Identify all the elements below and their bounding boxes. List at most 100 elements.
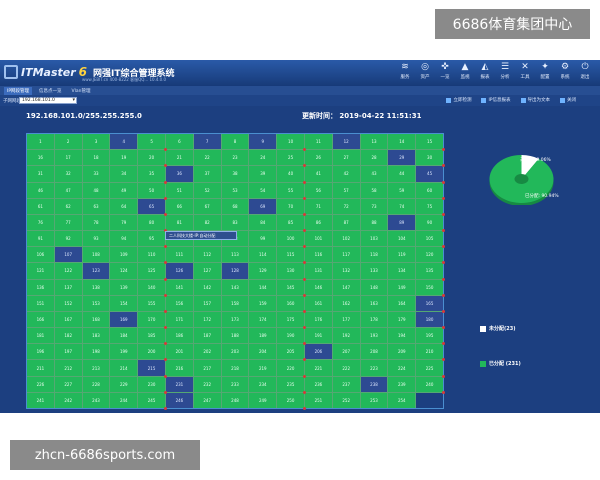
ip-cell-allocated[interactable]: 81: [165, 214, 193, 231]
ip-cell-allocated[interactable]: 38: [221, 166, 249, 182]
ip-cell-allocated[interactable]: 167: [54, 311, 82, 328]
ip-cell-allocated[interactable]: 203: [221, 344, 249, 360]
ip-cell-allocated[interactable]: 15: [416, 134, 445, 152]
ip-cell-unallocated[interactable]: 65: [138, 198, 167, 217]
ip-cell-allocated[interactable]: 252: [332, 392, 360, 408]
ip-cell-allocated[interactable]: 26: [304, 150, 332, 166]
ip-cell-allocated[interactable]: 118: [360, 247, 388, 263]
ip-cell-allocated[interactable]: 204: [249, 344, 277, 360]
ip-cell-allocated[interactable]: 74: [388, 198, 416, 214]
ip-cell-allocated[interactable]: 54: [249, 182, 277, 198]
ip-cell-allocated[interactable]: 211: [27, 360, 54, 376]
subnet-select[interactable]: 192.168.101.0 ▾: [19, 97, 77, 104]
ip-cell-allocated[interactable]: 218: [221, 360, 249, 376]
ip-cell-allocated[interactable]: 73: [360, 198, 388, 214]
ip-cell-allocated[interactable]: 219: [249, 360, 277, 376]
ip-cell-allocated[interactable]: 90: [416, 214, 445, 233]
ip-cell-allocated[interactable]: 223: [360, 360, 388, 376]
ip-cell-allocated[interactable]: 2: [54, 134, 82, 150]
ip-cell-allocated[interactable]: 196: [27, 344, 54, 360]
ip-cell-unallocated[interactable]: 29: [388, 150, 416, 166]
ip-cell-allocated[interactable]: 122: [54, 263, 82, 279]
ip-cell-allocated[interactable]: 37: [193, 166, 221, 182]
toolbar-assets-button[interactable]: ◎ 资产: [416, 62, 434, 84]
ip-cell-allocated[interactable]: 30: [416, 150, 445, 168]
ip-cell-allocated[interactable]: 14: [388, 134, 416, 150]
ip-cell-allocated[interactable]: 146: [304, 279, 332, 295]
ip-report-button[interactable]: IP信息报表: [481, 97, 511, 103]
ip-cell-allocated[interactable]: 35: [138, 166, 167, 184]
ip-cell-allocated[interactable]: 113: [221, 247, 249, 263]
ip-cell-allocated[interactable]: 63: [82, 198, 110, 214]
ip-cell-allocated[interactable]: 222: [332, 360, 360, 376]
ip-cell-unallocated[interactable]: 215: [138, 360, 167, 378]
ip-cell-allocated[interactable]: 22: [193, 150, 221, 166]
ip-cell-allocated[interactable]: 10: [277, 134, 306, 152]
ip-cell-allocated[interactable]: 49: [110, 182, 138, 198]
ip-cell-allocated[interactable]: 78: [82, 214, 110, 231]
ip-cell-allocated[interactable]: 82: [193, 214, 221, 231]
ip-cell-allocated[interactable]: 48: [82, 182, 110, 198]
ip-cell-allocated[interactable]: 151: [27, 295, 54, 311]
ip-cell-allocated[interactable]: 154: [110, 295, 138, 311]
ip-cell-allocated[interactable]: 213: [82, 360, 110, 376]
ip-cell-allocated[interactable]: 163: [360, 295, 388, 311]
ip-cell-allocated[interactable]: 208: [360, 344, 388, 360]
ip-cell-allocated[interactable]: 119: [388, 247, 416, 263]
ip-cell-allocated[interactable]: 173: [221, 311, 249, 328]
ip-cell-allocated[interactable]: 71: [304, 198, 332, 214]
ip-cell-allocated[interactable]: 133: [360, 263, 388, 279]
ip-cell-allocated[interactable]: 103: [360, 231, 388, 247]
ip-cell-allocated[interactable]: 224: [388, 360, 416, 376]
ip-cell-allocated[interactable]: 199: [110, 344, 138, 360]
ip-cell-allocated[interactable]: 236: [304, 376, 332, 392]
ip-cell-allocated[interactable]: 170: [138, 311, 167, 330]
ip-cell-allocated[interactable]: 19: [110, 150, 138, 166]
ip-cell-allocated[interactable]: 120: [416, 247, 445, 265]
ip-cell-allocated[interactable]: 85: [277, 214, 306, 233]
ip-cell-allocated[interactable]: 175: [277, 311, 306, 330]
ip-cell-allocated[interactable]: 207: [332, 344, 360, 360]
toolbar-monitor-button[interactable]: ▲ 监视: [456, 62, 474, 84]
ip-cell-unallocated[interactable]: 4: [110, 134, 138, 150]
ip-cell-allocated[interactable]: 44: [388, 166, 416, 182]
toolbar-settings-button[interactable]: ✦ 配置: [536, 62, 554, 84]
ip-cell-allocated[interactable]: 51: [165, 182, 193, 198]
ip-cell-allocated[interactable]: 106: [27, 247, 54, 263]
ip-cell-allocated[interactable]: 249: [249, 392, 277, 408]
ip-cell-allocated[interactable]: 6: [165, 134, 193, 150]
ip-cell-unallocated[interactable]: 45: [416, 166, 445, 184]
ip-cell-allocated[interactable]: 150: [416, 279, 445, 297]
ip-cell-allocated[interactable]: 127: [193, 263, 221, 279]
ip-cell-allocated[interactable]: 240: [416, 376, 445, 395]
ip-cell-allocated[interactable]: 161: [304, 295, 332, 311]
ip-cell-allocated[interactable]: 109: [110, 247, 138, 263]
ip-cell-allocated[interactable]: 192: [332, 328, 360, 344]
ip-cell-allocated[interactable]: 166: [27, 311, 54, 328]
export-text-button[interactable]: 导出为文本: [520, 97, 550, 103]
ip-cell-allocated[interactable]: 24: [249, 150, 277, 166]
ip-cell-allocated[interactable]: 221: [304, 360, 332, 376]
ip-cell-allocated[interactable]: 53: [221, 182, 249, 198]
ip-cell-allocated[interactable]: 247: [193, 392, 221, 408]
tab-vlan[interactable]: Vlan管理: [69, 87, 94, 95]
ip-cell-allocated[interactable]: 153: [82, 295, 110, 311]
ip-cell-allocated[interactable]: 129: [249, 263, 277, 279]
ip-cell-allocated[interactable]: 60: [416, 182, 445, 200]
ip-cell-allocated[interactable]: 230: [138, 376, 167, 395]
ip-cell-allocated[interactable]: 254: [388, 392, 416, 408]
ip-cell-allocated[interactable]: 138: [82, 279, 110, 295]
ip-cell-allocated[interactable]: 205: [277, 344, 306, 362]
close-button[interactable]: 关闭: [560, 97, 576, 103]
ip-cell-allocated[interactable]: 212: [54, 360, 82, 376]
ip-cell-allocated[interactable]: 164: [388, 295, 416, 311]
ip-cell-allocated[interactable]: 100: [277, 231, 306, 249]
ip-cell-allocated[interactable]: 21: [165, 150, 193, 166]
ip-cell-allocated[interactable]: 46: [27, 182, 54, 198]
ip-cell-allocated[interactable]: 194: [388, 328, 416, 344]
toolbar-tools-button[interactable]: ✕ 工具: [516, 62, 534, 84]
ip-cell-allocated[interactable]: 87: [332, 214, 360, 231]
ip-cell-allocated[interactable]: 241: [27, 392, 54, 408]
ip-cell-allocated[interactable]: 148: [360, 279, 388, 295]
ip-cell-allocated[interactable]: 55: [277, 182, 306, 200]
